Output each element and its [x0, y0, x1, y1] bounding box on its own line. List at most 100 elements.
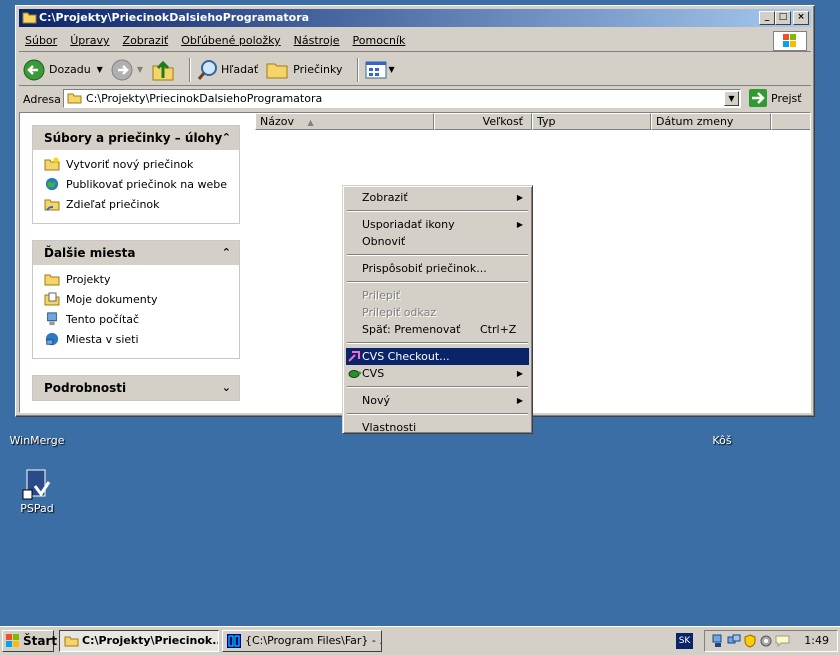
menu-help[interactable]: Pomocník — [353, 34, 406, 47]
menu-item-customize-folder[interactable]: Prispôsobiť priečinok... — [346, 260, 529, 277]
menu-item-properties[interactable]: Vlastnosti — [346, 419, 529, 436]
menu-file[interactable]: Súbor — [25, 34, 57, 47]
menu-item-undo[interactable]: Späť: Premenovať Ctrl+Z — [346, 321, 529, 338]
menu-favorites[interactable]: Obľúbené položky — [181, 34, 280, 47]
back-label: Dozadu — [49, 63, 91, 76]
menu-item-arrange-icons[interactable]: Usporiadať ikony ▶ — [346, 216, 529, 233]
close-button[interactable]: × — [793, 11, 809, 25]
minimize-button[interactable]: _ — [759, 11, 775, 25]
maximize-button[interactable]: □ — [775, 11, 791, 25]
menu-item-paste-shortcut: Prilepiť odkaz — [362, 306, 437, 319]
folder-icon — [67, 93, 82, 104]
place-label: Miesta v sieti — [66, 332, 139, 346]
menu-item-view[interactable]: Zobraziť ▶ — [346, 189, 529, 206]
details-panel: Podrobnosti ⌄ — [32, 375, 240, 401]
folder-icon — [22, 12, 37, 24]
security-shield-icon[interactable] — [743, 634, 757, 648]
search-button[interactable]: Hľadať — [197, 59, 258, 81]
taskbar-item-far[interactable]: {C:\Program Files\Far} - ... — [222, 630, 382, 652]
context-menu: Zobraziť ▶ Usporiadať ikony ▶ Obnoviť Pris… — [342, 185, 533, 434]
address-bar: Adresa C:\Projekty\PriecinokDalsiehoProg… — [19, 88, 811, 110]
collapse-icon[interactable]: ⌃ — [222, 126, 231, 150]
column-filler — [771, 113, 810, 130]
views-dropdown-icon[interactable]: ▼ — [389, 65, 395, 74]
column-name-label: Názov — [260, 115, 294, 128]
menu-item-refresh[interactable]: Obnoviť — [346, 233, 529, 250]
clock[interactable]: 1:49 — [804, 634, 829, 647]
menu-tools[interactable]: Nástroje — [294, 34, 340, 47]
menu-edit[interactable]: Úpravy — [70, 34, 109, 47]
globe-icon — [45, 177, 59, 191]
address-dropdown-button[interactable]: ▼ — [724, 91, 739, 106]
task-share-folder[interactable]: Zdieľať priečinok — [33, 194, 239, 214]
column-date[interactable]: Dátum zmeny — [651, 113, 771, 130]
taskbar-item-explorer[interactable]: C:\Projekty\Priecinok... — [59, 630, 219, 652]
new-folder-icon — [44, 157, 60, 171]
expand-icon[interactable]: ⌄ — [222, 376, 231, 400]
place-projects[interactable]: Projekty — [33, 269, 239, 289]
speech-bubble-tray-icon[interactable] — [775, 634, 791, 648]
column-type-label: Typ — [537, 115, 556, 128]
language-indicator[interactable]: SK — [676, 633, 693, 649]
go-button[interactable]: Prejsť — [749, 89, 802, 107]
task-pane: Súbory a priečinky – úlohy ⌃ Vytvoriť no… — [20, 113, 255, 412]
computers-tray-icon[interactable] — [727, 634, 741, 648]
menu-bar: Súbor Úpravy Zobraziť Obľúbené položky N… — [19, 30, 811, 52]
place-my-documents[interactable]: Moje dokumenty — [33, 289, 239, 309]
back-dropdown-icon[interactable]: ▼ — [97, 65, 103, 74]
title-bar[interactable]: C:\Projekty\PriecinokDalsiehoProgramator… — [19, 9, 811, 27]
folder-icon — [44, 274, 60, 286]
start-button[interactable]: Štart — [2, 630, 57, 652]
task-new-folder[interactable]: Vytvoriť nový priečinok — [33, 154, 239, 174]
file-tasks-header[interactable]: Súbory a priečinky – úlohy ⌃ — [33, 126, 239, 150]
shortcut-label: Ctrl+Z — [480, 323, 517, 336]
menu-separator — [347, 210, 528, 212]
forward-arrow-icon — [111, 59, 133, 80]
up-button[interactable] — [151, 58, 175, 82]
column-type[interactable]: Typ — [532, 113, 651, 130]
back-arrow-icon — [23, 59, 45, 80]
views-icon — [365, 61, 387, 78]
pspad-label: PSPad — [20, 502, 54, 515]
place-label: Tento počítač — [66, 312, 140, 326]
forward-dropdown-icon[interactable]: ▼ — [137, 65, 143, 74]
network-tray-icon[interactable] — [711, 634, 725, 648]
other-places-title: Ďalšie miesta — [44, 246, 136, 260]
file-tasks-panel: Súbory a priečinky – úlohy ⌃ Vytvoriť no… — [32, 125, 240, 224]
details-title: Podrobnosti — [44, 381, 127, 395]
other-places-header[interactable]: Ďalšie miesta ⌃ — [33, 241, 239, 265]
trash-label: Kôš — [712, 434, 732, 447]
column-size[interactable]: Veľkosť — [434, 113, 532, 130]
winmerge-label: WinMerge — [9, 434, 65, 447]
place-network[interactable]: Miesta v sieti — [33, 329, 239, 349]
forward-button[interactable]: ▼ — [111, 59, 143, 81]
menu-item-cvs[interactable]: CVS ▶ — [346, 365, 529, 382]
column-name[interactable]: Názov ▲ — [255, 113, 434, 130]
menu-separator — [347, 413, 528, 415]
menu-item-new[interactable]: Nový ▶ — [346, 392, 529, 409]
taskbar: Štart C:\Projekty\Priecinok... {C:\Progr… — [0, 626, 840, 655]
folders-icon — [266, 63, 288, 78]
back-button[interactable]: Dozadu ▼ — [23, 59, 103, 81]
search-label: Hľadať — [220, 63, 259, 76]
collapse-icon[interactable]: ⌃ — [222, 241, 231, 265]
address-input[interactable]: C:\Projekty\PriecinokDalsiehoProgramator… — [63, 89, 741, 108]
menu-item-cvs-checkout[interactable]: CVS Checkout... — [346, 348, 529, 365]
place-my-computer[interactable]: Tento počítač — [33, 309, 239, 329]
menu-separator — [347, 254, 528, 256]
views-button[interactable]: ▼ — [365, 61, 395, 79]
details-header[interactable]: Podrobnosti ⌄ — [33, 376, 239, 400]
windows-flag-icon — [6, 634, 19, 647]
cvs-turtle-icon — [348, 370, 361, 378]
folders-button[interactable]: Priečinky — [266, 60, 343, 80]
settings-tray-icon[interactable] — [759, 634, 773, 648]
window-title: C:\Projekty\PriecinokDalsiehoProgramator… — [39, 11, 310, 24]
task-publish-web[interactable]: Publikovať priečinok na webe — [33, 174, 239, 194]
desktop-icon-pspad[interactable]: PSPad — [2, 468, 72, 515]
desktop: { "window": { "title": "C:\\Projekty\\Pr… — [0, 0, 840, 655]
folder-icon — [64, 636, 79, 647]
folders-label: Priečinky — [293, 63, 343, 76]
toolbar-separator — [188, 57, 191, 82]
menu-view[interactable]: Zobraziť — [123, 34, 169, 47]
search-icon — [197, 59, 217, 80]
